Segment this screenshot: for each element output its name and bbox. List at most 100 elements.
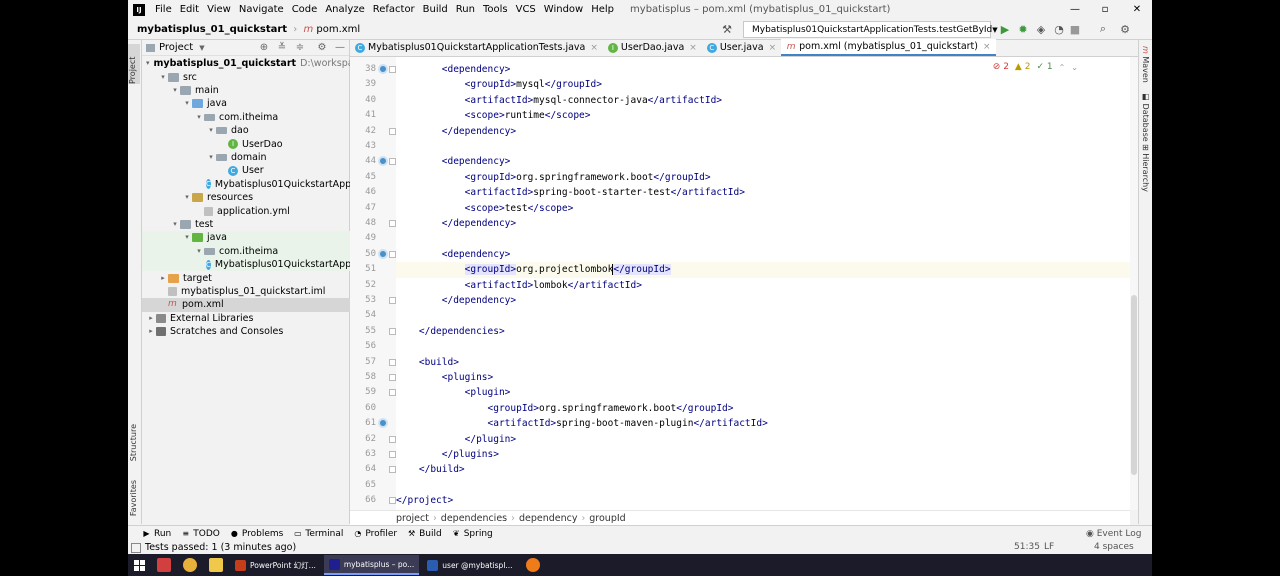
chevron-up-icon[interactable]: ⌃ [1059,63,1066,72]
expand-arrow-icon[interactable]: ▾ [170,84,180,97]
indent-setting[interactable]: 4 spaces [1094,541,1134,554]
menu-view[interactable]: View [203,0,235,19]
tree-item[interactable]: m pom.xml [142,298,350,312]
menu-help[interactable]: Help [587,0,618,19]
tree-item[interactable]: ▾ test [142,218,350,231]
fold-icon[interactable] [389,466,396,474]
menu-navigate[interactable]: Navigate [235,0,288,19]
close-tab-icon[interactable]: × [769,43,777,53]
expand-arrow-icon[interactable]: ▾ [182,231,192,244]
tree-item[interactable]: C Mybatisplus01QuickstartAppl [142,178,354,191]
stop-icon[interactable]: ■ [1068,22,1082,36]
menu-tools[interactable]: Tools [479,0,512,19]
expand-arrow-icon[interactable]: ▾ [182,97,192,110]
breadcrumb-item[interactable]: dependency [519,513,578,524]
caret-position[interactable]: 51:35 [1014,541,1040,554]
collapse-arrow-icon[interactable]: ▸ [146,325,156,338]
tree-item[interactable]: ▾ dao [142,124,350,137]
tree-item[interactable]: mybatisplus_01_quickstart.iml [142,285,350,298]
breadcrumb-item[interactable]: project [396,513,429,524]
run-icon[interactable]: ▶ [998,22,1012,36]
tree-item[interactable]: ▾ src [142,70,350,83]
run-config-select[interactable]: Mybatisplus01QuickstartApplicationTests.… [743,21,998,38]
collapse-all-icon[interactable]: ≑ [294,42,306,54]
menu-build[interactable]: Build [419,0,452,19]
windows-start-icon[interactable] [128,554,150,576]
menu-vcs[interactable]: VCS [512,0,540,19]
fold-icon[interactable] [389,250,396,258]
expand-arrow-icon[interactable]: ▾ [194,245,204,258]
fold-icon[interactable] [389,158,396,166]
coverage-icon[interactable]: ◈ [1034,22,1048,36]
project-panel-title[interactable]: Project [159,42,193,53]
fold-icon[interactable] [389,358,396,366]
dependency-gutter-icon[interactable] [378,64,388,74]
close-tab-icon[interactable]: × [689,43,697,53]
tree-item[interactable]: ▾ resources [142,191,350,204]
database-tool-button[interactable]: ◧ Database [1141,92,1150,142]
tree-item[interactable]: ▸ Scratches and Consoles [142,325,350,338]
chevron-down-icon[interactable]: ⌄ [1071,63,1078,72]
structure-tool-button[interactable]: Structure [129,424,138,461]
tool-window-terminal[interactable]: ▭ Terminal [293,529,343,539]
tool-window-todo[interactable]: ≡ TODO [181,529,219,539]
expand-arrow-icon[interactable]: ▾ [158,71,168,84]
dependency-gutter-icon[interactable] [378,418,388,429]
tool-window-run[interactable]: ▶ Run [142,529,171,539]
tree-item[interactable]: ▾ main [142,84,350,97]
fold-icon[interactable] [389,127,396,135]
tree-item[interactable]: ▾ java [142,97,350,110]
chevron-down-icon[interactable]: ▼ [199,44,204,52]
favorites-tool-button[interactable]: Favorites [129,480,138,516]
nav-project[interactable]: mybatisplus_01_quickstart [137,24,287,35]
gear-icon[interactable]: ⚙ [316,42,328,54]
editor-tab[interactable]: C User.java × [702,39,781,56]
tree-item[interactable]: C User [142,164,350,177]
tree-item[interactable]: application.yml [142,204,350,217]
maven-tool-button[interactable]: m Maven [1141,46,1150,83]
expand-all-icon[interactable]: ≚ [276,42,288,54]
line-separator[interactable]: LF [1044,541,1054,554]
toggle-panel-icon[interactable] [131,542,141,553]
tree-item[interactable]: ▾ com.itheima [142,111,350,124]
menu-code[interactable]: Code [288,0,322,19]
tree-item[interactable]: ▾ mybatisplus_01_quickstart D:\workspace\ [142,57,368,70]
tool-window-spring[interactable]: ❦ Spring [452,529,493,539]
hammer-icon[interactable]: ⚒ [720,22,734,36]
fold-icon[interactable] [389,297,396,304]
tree-item[interactable]: ▾ domain [142,151,350,164]
maximize-icon[interactable]: ▫ [1090,0,1120,19]
tree-item[interactable]: ▾ java [142,231,350,245]
code-editor[interactable]: 38 39 40 41 42 43 44 45 46 47 48 49 50 51 52 53 54 55 56 57… [350,57,1130,510]
settings-icon[interactable]: ⚙ [1118,22,1132,36]
hierarchy-tool-button[interactable]: ⊞ Hierarchy [1141,144,1150,192]
close-icon[interactable]: ✕ [1122,0,1152,19]
tool-window-build[interactable]: ⚒ Build [407,529,442,539]
taskbar-app[interactable]: PowerPoint 幻灯... [230,555,321,575]
editor-tab[interactable]: I UserDao.java × [603,39,702,56]
tree-item[interactable]: ▸ target [142,271,350,284]
taskbar-app[interactable]: mybatisplus – po... [323,555,420,575]
menu-run[interactable]: Run [452,0,479,19]
menu-edit[interactable]: Edit [176,0,203,19]
editor-tab[interactable]: C Mybatisplus01QuickstartApplicationTests… [350,39,603,56]
menu-analyze[interactable]: Analyze [321,0,368,19]
tool-window-profiler[interactable]: ◔ Profiler [353,529,397,539]
file-explorer-icon[interactable] [204,554,228,576]
locate-icon[interactable]: ⊕ [258,42,270,54]
menu-refactor[interactable]: Refactor [369,0,419,19]
tree-item[interactable]: I UserDao [142,137,350,150]
tree-item[interactable]: ▸ External Libraries [142,312,350,325]
tool-window-problems[interactable]: ● Problems [230,529,283,539]
tree-item[interactable]: ▾ com.itheima [142,244,350,258]
chrome-icon[interactable] [178,554,202,576]
fold-icon[interactable] [389,389,396,397]
project-tool-button[interactable]: Project [128,44,140,84]
expand-arrow-icon[interactable]: ▾ [206,151,216,164]
profile-icon[interactable]: ◔ [1052,22,1066,36]
collapse-arrow-icon[interactable]: ▸ [158,272,168,285]
close-tab-icon[interactable]: × [983,42,991,52]
dependency-gutter-icon[interactable] [378,248,388,259]
fold-icon[interactable] [389,220,396,227]
expand-arrow-icon[interactable]: ▾ [170,218,180,231]
